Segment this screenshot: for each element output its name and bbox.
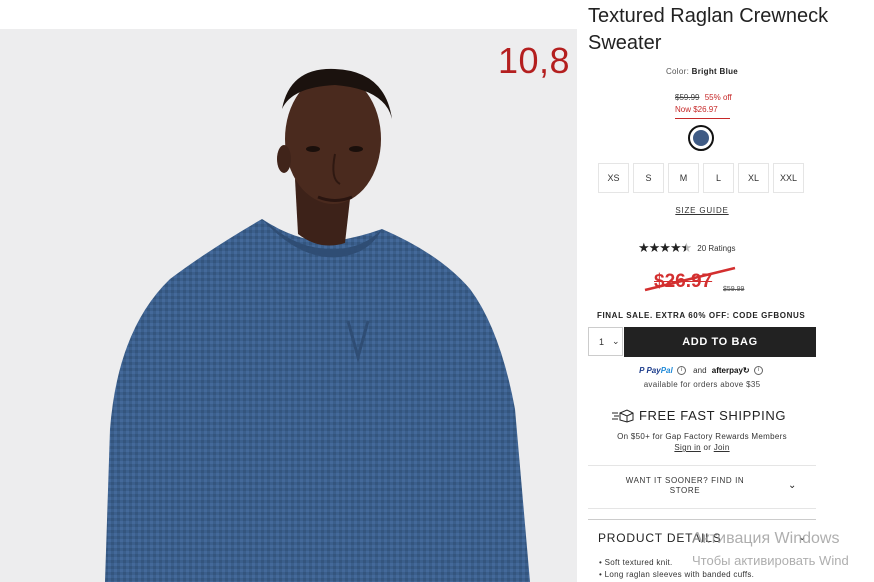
paypal-icon: P <box>639 366 645 375</box>
info-icon[interactable]: i <box>753 366 763 376</box>
swatch-fill <box>693 130 709 146</box>
afterpay-text: afterpay <box>711 366 743 375</box>
quantity-value: 1 <box>599 336 605 347</box>
small-original-price: $59.99 <box>723 286 745 293</box>
product-image[interactable] <box>0 29 577 582</box>
shipping-sub: On $50+ for Gap Factory Rewards Members <box>617 432 787 441</box>
ratings-count: 20 Ratings <box>697 243 736 253</box>
final-sale-note: FINAL SALE. EXTRA 60% OFF: CODE GFBONUS <box>597 311 806 320</box>
paypal-logo[interactable]: P PayPal <box>639 366 673 375</box>
shipping-note: On $50+ for Gap Factory Rewards Members … <box>577 431 827 453</box>
half-star-icon: ★ <box>680 240 693 255</box>
size-guide-link[interactable]: SIZE GUIDE <box>577 206 827 215</box>
size-selector: XS S M L XL XXL <box>598 163 804 193</box>
color-label: Color: Bright Blue <box>577 67 827 76</box>
size-xs-button[interactable]: XS <box>598 163 629 193</box>
quantity-select[interactable]: 1 ⌄ <box>588 327 623 356</box>
now-price: Now $26.97 <box>675 105 718 114</box>
star-rating-icon: ★★★★★ <box>638 240 693 256</box>
discount-label: 55% off <box>704 93 732 102</box>
payment-note: available for orders above $35 <box>643 380 761 389</box>
afterpay-logo[interactable]: afterpay↻ <box>712 366 750 375</box>
product-title: Textured Raglan Crewneck Sweater <box>588 5 829 54</box>
or-text: or <box>703 443 712 452</box>
info-icon[interactable]: i <box>676 366 686 376</box>
product-info-panel: Textured Raglan Crewneck Sweater Color: … <box>577 0 874 582</box>
windows-activation-watermark: Активация Windows Чтобы активировать Win… <box>692 528 874 572</box>
price-underline <box>675 118 730 119</box>
size-xxl-button[interactable]: XXL <box>773 163 804 193</box>
watermark-line-1: Активация Windows <box>692 530 840 547</box>
afterpay-icon: ↻ <box>742 366 750 375</box>
size-s-button[interactable]: S <box>633 163 664 193</box>
add-to-bag-button[interactable]: ADD TO BAG <box>624 327 816 357</box>
size-m-button[interactable]: M <box>668 163 699 193</box>
full-stars: ★★★★ <box>638 240 682 255</box>
original-price: $59.99 <box>675 93 700 102</box>
shipping-title: FREE FAST SHIPPING <box>639 408 787 423</box>
paypal-text-b: Pal <box>660 366 673 375</box>
and-text: and <box>693 366 707 375</box>
chevron-down-icon: ⌄ <box>612 336 620 346</box>
price-block: $59.99 55% off Now $26.97 <box>675 92 732 116</box>
color-value: Bright Blue <box>691 67 739 76</box>
sign-in-link[interactable]: Sign in <box>674 443 701 452</box>
find-in-store-label: WANT IT SOONER? FIND IN STORE <box>625 476 745 495</box>
shipping-box-icon <box>612 408 634 423</box>
overlay-price: 10,8 <box>498 40 571 81</box>
color-swatch-bright-blue[interactable] <box>688 125 714 151</box>
watermark-line-2: Чтобы активировать Wind <box>692 553 849 568</box>
payment-options: P PayPal i and afterpay↻ i <box>577 366 827 376</box>
find-in-store-accordion[interactable]: WANT IT SOONER? FIND IN STORE ⌄ <box>588 465 816 509</box>
size-l-button[interactable]: L <box>703 163 734 193</box>
paypal-text-a: Pay <box>646 366 661 375</box>
chevron-down-icon: ⌄ <box>788 480 797 491</box>
free-shipping-banner: FREE FAST SHIPPING <box>612 408 786 423</box>
size-xl-button[interactable]: XL <box>738 163 769 193</box>
color-label-text: Color: <box>665 67 690 76</box>
join-link[interactable]: Join <box>714 443 730 452</box>
rating[interactable]: ★★★★★ 20 Ratings <box>638 240 736 256</box>
